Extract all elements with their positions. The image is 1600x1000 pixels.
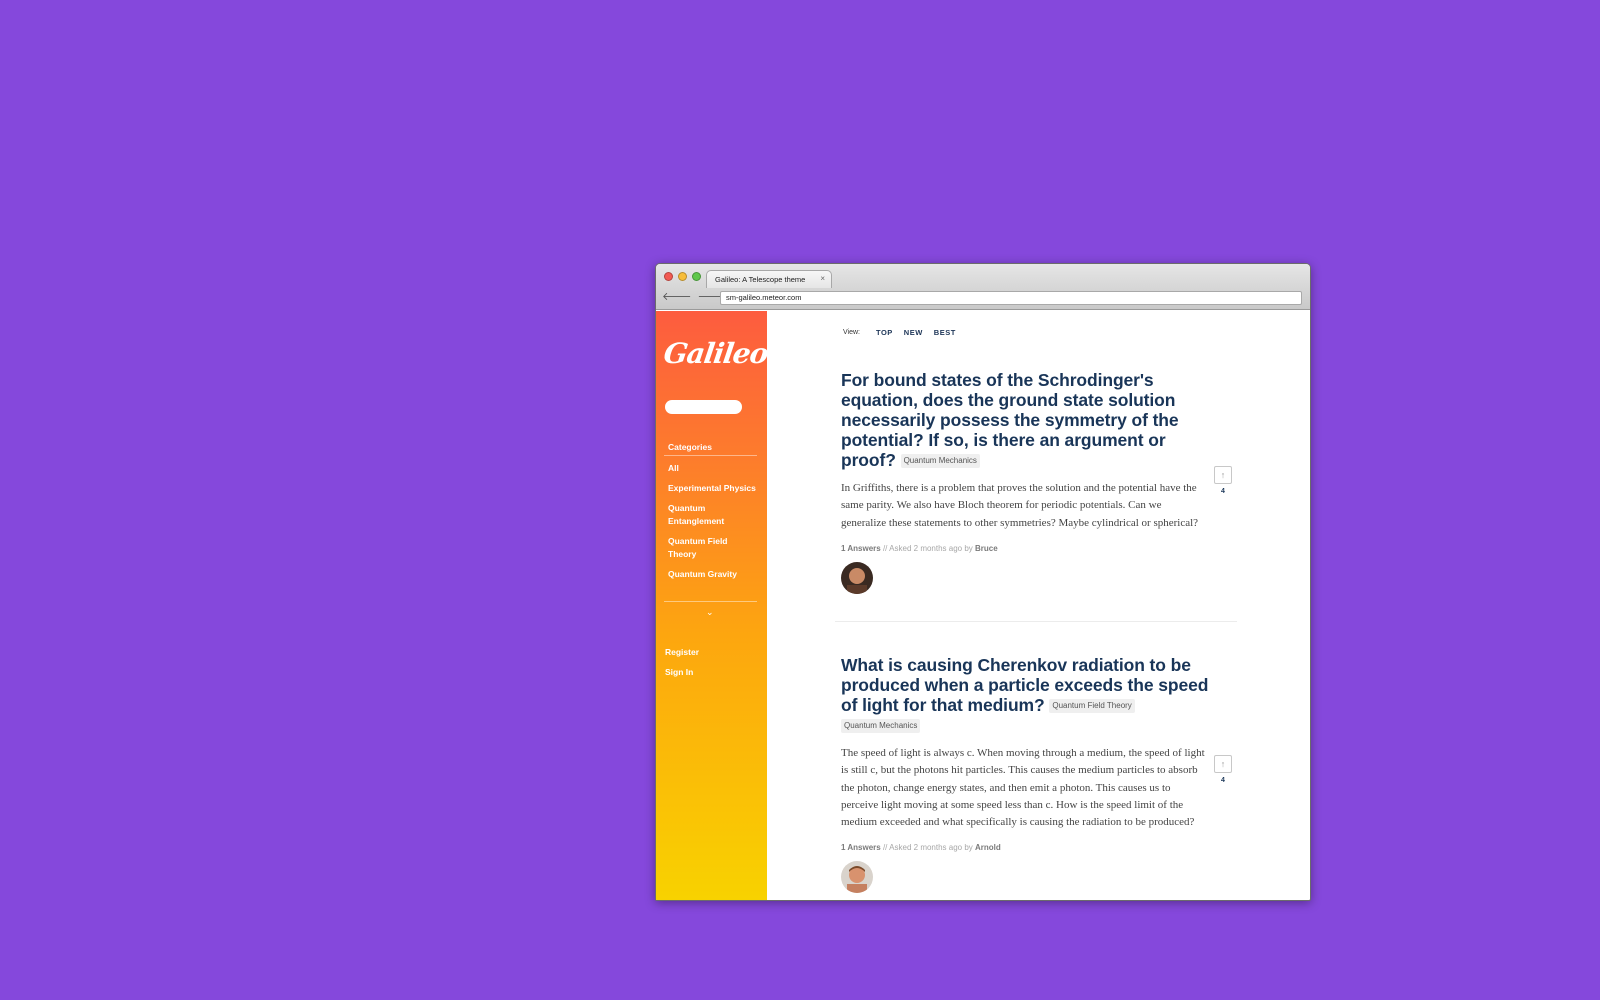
- post-title-text[interactable]: For bound states of the Schrodinger's eq…: [841, 370, 1179, 470]
- upvote-arrow-icon[interactable]: ↑: [1214, 466, 1232, 484]
- answers-link[interactable]: 1 Answers: [841, 544, 881, 553]
- sidebar: Galileo Categories All Experimental Phys…: [656, 311, 770, 900]
- tag-badge[interactable]: Quantum Field Theory: [1049, 699, 1135, 714]
- asked-text: // Asked 2 months ago by: [880, 543, 976, 553]
- author-link[interactable]: Bruce: [975, 544, 998, 553]
- avatar[interactable]: [841, 861, 873, 894]
- minimize-window-button[interactable]: [678, 272, 687, 281]
- tab-title: Galileo: A Telescope theme: [715, 275, 806, 284]
- post-divider: [835, 621, 1237, 622]
- category-item-quantum-entanglement[interactable]: Quantum Entanglement: [668, 502, 758, 528]
- avatar[interactable]: [841, 561, 873, 594]
- browser-chrome: Galileo: A Telescope theme × 🡐 🡒 ✕ sm-ga…: [656, 264, 1310, 310]
- tag-badge[interactable]: Quantum Mechanics: [900, 454, 980, 469]
- vote-count: 4: [1221, 777, 1225, 784]
- tag-badge[interactable]: Quantum Mechanics: [841, 719, 921, 734]
- main-content: View: TOP NEW BEST For bound states of t…: [767, 311, 1310, 900]
- category-item-quantum-field-theory[interactable]: Quantum Field Theory: [668, 535, 758, 561]
- window-controls: [664, 272, 701, 281]
- post-body: The speed of light is always c. When mov…: [841, 747, 1205, 829]
- divider: [664, 455, 757, 456]
- view-best-link[interactable]: BEST: [934, 328, 956, 337]
- vote-count: 4: [1221, 488, 1225, 495]
- asked-text: // Asked 2 months ago by: [880, 843, 976, 853]
- zoom-window-button[interactable]: [692, 272, 701, 281]
- category-item-quantum-gravity[interactable]: Quantum Gravity: [668, 568, 758, 581]
- address-bar[interactable]: sm-galileo.meteor.com: [720, 291, 1302, 305]
- view-new-link[interactable]: NEW: [904, 328, 923, 337]
- category-item-all[interactable]: All: [668, 462, 758, 475]
- vote-widget: ↑ 4: [1214, 466, 1232, 495]
- browser-window: Galileo: A Telescope theme × 🡐 🡒 ✕ sm-ga…: [655, 263, 1311, 901]
- post-body: In Griffiths, there is a problem that pr…: [841, 482, 1199, 529]
- page-content: Galileo Categories All Experimental Phys…: [656, 311, 1310, 900]
- post-title[interactable]: What is causing Cherenkov radiation to b…: [841, 655, 1211, 735]
- view-selector: View: TOP NEW BEST: [843, 328, 956, 337]
- category-list: All Experimental Physics Quantum Entangl…: [668, 462, 758, 588]
- answers-link[interactable]: 1 Answers: [841, 843, 881, 852]
- browser-tab[interactable]: Galileo: A Telescope theme ×: [706, 270, 832, 288]
- post-title[interactable]: For bound states of the Schrodinger's eq…: [841, 370, 1211, 470]
- divider: [664, 601, 757, 602]
- auth-links: Register Sign In: [665, 647, 699, 687]
- view-label: View:: [843, 329, 860, 336]
- post-item: What is causing Cherenkov radiation to b…: [841, 655, 1211, 894]
- post-meta: 1 Answers // Asked 2 months ago by Arnol…: [841, 843, 1211, 852]
- search-input[interactable]: [665, 400, 742, 414]
- upvote-arrow-icon[interactable]: ↑: [1214, 755, 1232, 773]
- galileo-logo[interactable]: Galileo: [662, 337, 770, 370]
- author-link[interactable]: Arnold: [975, 843, 1001, 852]
- register-link[interactable]: Register: [665, 647, 699, 657]
- category-item-experimental-physics[interactable]: Experimental Physics: [668, 482, 758, 495]
- chevron-down-icon[interactable]: ⌄: [706, 607, 714, 618]
- post-item: For bound states of the Schrodinger's eq…: [841, 370, 1211, 594]
- close-window-button[interactable]: [664, 272, 673, 281]
- vote-widget: ↑ 4: [1214, 755, 1232, 784]
- post-meta: 1 Answers // Asked 2 months ago by Bruce: [841, 544, 1211, 553]
- view-top-link[interactable]: TOP: [876, 328, 893, 337]
- tab-close-icon[interactable]: ×: [820, 274, 825, 283]
- post-title-text[interactable]: What is causing Cherenkov radiation to b…: [841, 655, 1208, 715]
- categories-heading: Categories: [668, 442, 712, 452]
- sign-in-link[interactable]: Sign In: [665, 667, 699, 677]
- back-arrow-icon[interactable]: 🡐: [662, 290, 692, 304]
